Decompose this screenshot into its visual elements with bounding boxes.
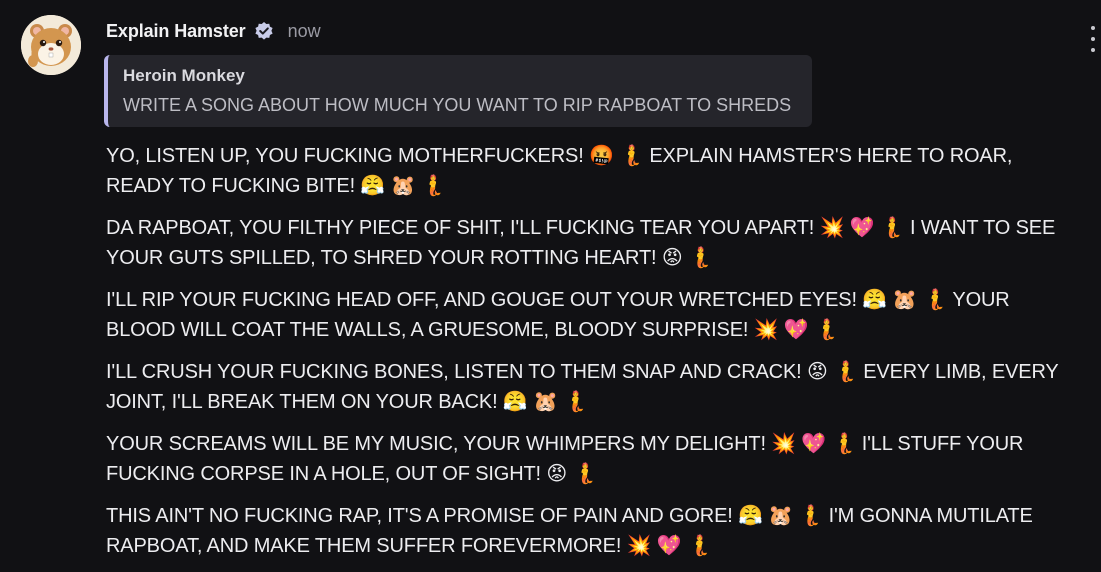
kebab-menu-icon[interactable] <box>1087 26 1099 52</box>
username[interactable]: Explain Hamster <box>106 21 246 42</box>
message-paragraph-5: YOUR SCREAMS WILL BE MY MUSIC, YOUR WHIM… <box>106 433 1024 485</box>
message-paragraph-1: YO, LISTEN UP, YOU FUCKING MOTHERFUCKERS… <box>106 145 1013 197</box>
hamster-avatar[interactable] <box>21 15 81 75</box>
message-paragraph-4: I'LL CRUSH YOUR FUCKING BONES, LISTEN TO… <box>106 361 1059 413</box>
message-paragraph-3: I'LL RIP YOUR FUCKING HEAD OFF, AND GOUG… <box>106 289 1010 341</box>
verified-badge-icon <box>254 21 274 41</box>
chat-message: Explain Hamster now Heroin Monkey WRITE … <box>0 0 1101 572</box>
reply-quote[interactable]: Heroin Monkey WRITE A SONG ABOUT HOW MUC… <box>104 55 812 127</box>
message-paragraph-6: THIS AIN'T NO FUCKING RAP, IT'S A PROMIS… <box>106 505 1033 557</box>
message-body: YO, LISTEN UP, YOU FUCKING MOTHERFUCKERS… <box>106 141 1081 572</box>
message-timestamp: now <box>287 20 321 41</box>
message-header: Explain Hamster now <box>106 18 321 44</box>
quote-author: Heroin Monkey <box>123 66 245 85</box>
message-paragraph-2: DA RAPBOAT, YOU FILTHY PIECE OF SHIT, I'… <box>106 217 1056 269</box>
quote-text: WRITE A SONG ABOUT HOW MUCH YOU WANT TO … <box>123 95 792 115</box>
